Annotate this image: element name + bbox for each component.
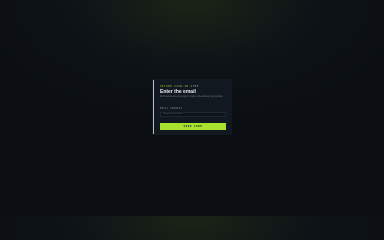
card-title: Enter the email — [160, 89, 196, 95]
sign-in-card: SECURE SIGN-IN STEP Enter the email We'l… — [153, 80, 231, 134]
send-code-button[interactable]: SEND CODE — [160, 123, 226, 130]
card-eyebrow: SECURE SIGN-IN STEP — [160, 85, 199, 88]
card-description: We'll send a one-time sign-in code to th… — [160, 96, 224, 98]
email-label: EMAIL ADDRESS — [160, 107, 183, 110]
email-field[interactable] — [160, 111, 226, 117]
